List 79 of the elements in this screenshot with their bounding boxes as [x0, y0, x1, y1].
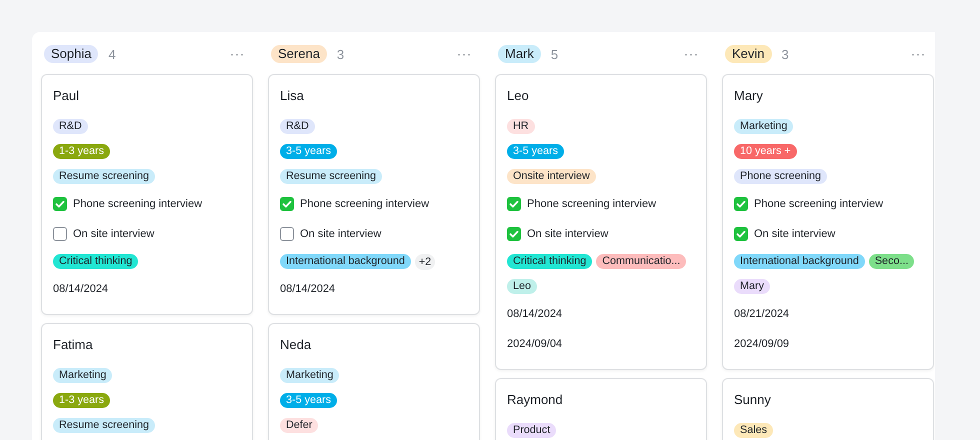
card-count: 4	[108, 46, 116, 62]
owner-tag: Sophia	[44, 45, 98, 63]
more-button[interactable]: ···	[909, 47, 928, 61]
checkbox[interactable]	[280, 197, 294, 211]
candidate-name: Sunny	[734, 391, 772, 409]
tag: Product	[507, 423, 556, 438]
owner-tag: Kevin	[725, 45, 772, 63]
tag: 1-3 years	[53, 144, 110, 159]
date-text: 08/14/2024	[280, 283, 336, 295]
tag: Phone screening	[734, 169, 828, 184]
candidate-name: Lisa	[280, 87, 305, 105]
date-text: 2024/09/09	[734, 338, 790, 350]
checkbox-label: On site interview	[754, 228, 836, 240]
tag: 3-5 years	[280, 393, 338, 408]
candidate-name: Leo	[507, 87, 530, 105]
tag: Critical thinking	[507, 254, 592, 269]
tag: Onsite interview	[507, 169, 596, 184]
candidate-card[interactable]: Lisa R&D 3-5 years Resume screening Phone screening interview On site interview International background +2 08/14/2024	[268, 74, 480, 315]
candidate-name: Raymond	[507, 391, 564, 409]
candidate-card[interactable]: Raymond Product	[495, 378, 707, 440]
tag: Resume screening	[280, 169, 382, 184]
tag: 10 years +	[734, 144, 797, 159]
candidate-card[interactable]: Fatima Marketing 1-3 years Resume screening	[41, 323, 253, 440]
checkbox[interactable]	[507, 227, 521, 241]
tag: Defer	[280, 418, 318, 433]
tag: 3-5 years	[280, 144, 338, 159]
candidate-name: Mary	[734, 87, 764, 105]
date-text: 08/14/2024	[53, 283, 108, 295]
owner-tag: Mark	[498, 45, 541, 63]
date-text: 2024/09/04	[507, 338, 562, 350]
tag: R&D	[53, 119, 88, 134]
candidate-name: Paul	[53, 87, 80, 105]
tag: Mary	[734, 279, 770, 294]
candidate-card[interactable]: Neda Marketing 3-5 years Defer	[268, 323, 480, 440]
owner-tag: Serena	[271, 45, 327, 63]
tag: 3-5 years	[507, 144, 564, 159]
checkbox-label: On site interview	[73, 228, 154, 240]
card-count: 5	[550, 46, 558, 62]
tag: Marketing	[280, 368, 340, 383]
tag: Seco...	[868, 254, 914, 269]
more-button[interactable]: ···	[455, 47, 474, 61]
checkbox-label: Phone screening interview	[527, 198, 656, 210]
checkbox[interactable]	[53, 227, 67, 241]
tag: International background	[280, 254, 411, 269]
more-button[interactable]: ···	[682, 47, 701, 61]
candidate-card[interactable]: Paul R&D 1-3 years Resume screening Phone screening interview On site interview Critical thinking 08/14/2024	[41, 74, 253, 315]
card-count: 3	[336, 46, 344, 62]
tag: Leo	[507, 279, 538, 294]
tag: 1-3 years	[53, 393, 110, 408]
date-text: 08/21/2024	[734, 308, 790, 320]
candidate-card[interactable]: Sunny Sales	[722, 378, 934, 440]
tag: Resume screening	[53, 418, 156, 433]
candidate-name: Fatima	[53, 336, 94, 354]
tag: HR	[507, 119, 535, 134]
checkbox[interactable]	[507, 197, 521, 211]
checkbox-label: Phone screening interview	[754, 198, 884, 210]
tag: International background	[734, 254, 865, 269]
more-count: +2	[414, 254, 436, 270]
checkbox-label: On site interview	[527, 228, 608, 240]
checkbox[interactable]	[734, 227, 748, 241]
candidate-name: Neda	[280, 336, 312, 354]
checkbox[interactable]	[53, 197, 67, 211]
tag: Marketing	[734, 119, 794, 134]
checkbox[interactable]	[734, 197, 748, 211]
card-count: 3	[782, 46, 789, 62]
tag: R&D	[280, 119, 315, 134]
tag: Communicatio...	[596, 254, 686, 269]
more-button[interactable]: ···	[228, 47, 247, 61]
date-text: 08/14/2024	[507, 308, 562, 320]
tag: Marketing	[53, 368, 112, 383]
tag: Resume screening	[53, 169, 156, 184]
checkbox[interactable]	[280, 227, 294, 241]
tag: Critical thinking	[53, 254, 138, 269]
candidate-card[interactable]: Leo HR 3-5 years Onsite interview Phone screening interview On site interview Critical thinking Communicatio... Leo 08/14/2024 2024/09/04	[495, 74, 707, 370]
candidate-card[interactable]: Mary Marketing 10 years + Phone screening Phone screening interview On site interview International background Seco... Mary 08/21/2024 2024/09/09	[722, 74, 934, 370]
checkbox-label: Phone screening interview	[73, 198, 202, 210]
checkbox-label: Phone screening interview	[300, 198, 430, 210]
tag: Sales	[734, 423, 774, 438]
checkbox-label: On site interview	[300, 228, 382, 240]
